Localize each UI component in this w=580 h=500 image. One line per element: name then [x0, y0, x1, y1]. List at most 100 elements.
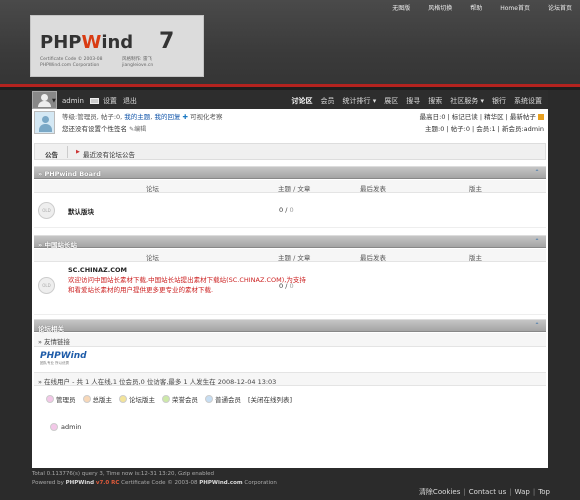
- rss-icon[interactable]: [538, 114, 544, 120]
- site-logo[interactable]: PHPWind 7 Certificate Code © 2003-08 PHP…: [30, 15, 204, 77]
- section-header-chinaz: » 中国站长站 ⌃: [34, 235, 546, 249]
- announcement-text[interactable]: 最近没有论坛公告: [83, 149, 135, 159]
- plus-icon: ✚: [182, 113, 188, 121]
- col-forum: 论坛: [146, 254, 159, 262]
- site-header: 无图版 风格切换 帮助 Home首页 论坛首页 PHPWind 7 Certif…: [0, 0, 580, 90]
- toplink-forum-home[interactable]: 论坛首页: [548, 3, 572, 12]
- forum-old-icon: OLD: [38, 277, 55, 294]
- col-moderator: 版主: [469, 185, 482, 193]
- forum-description: 欢迎访问中国站长素材下载,中国站长站提出素材下载站(SC.CHINAZ.COM)…: [68, 276, 306, 294]
- section-header-related: 论坛相关 ⌃: [34, 319, 546, 333]
- footer-top[interactable]: Top: [538, 488, 550, 496]
- top-links: 无图版 风格切换 帮助 Home首页 论坛首页: [330, 3, 580, 12]
- legend-honor-member: 荣誉会员: [162, 394, 198, 404]
- nav-item-search[interactable]: 搜索: [428, 96, 442, 106]
- forum-counts: 0 / 0: [279, 206, 294, 214]
- online-user-item[interactable]: admin: [50, 423, 81, 431]
- legend-moderator: 论坛版主: [119, 394, 155, 404]
- footer-wap[interactable]: Wap: [515, 488, 530, 496]
- avatar[interactable]: [34, 111, 55, 134]
- user-info-bar: 等级:管理员, 帖子:0, 我的主题, 我的回复 ✚ 可视化考察 您还没有设置个…: [32, 109, 548, 141]
- forum-old-icon: OLD: [38, 202, 55, 219]
- user-group-legend: 管理员 总版主 论坛版主 荣誉会员 普通会员 [关闭在线列表]: [46, 394, 292, 404]
- column-headers: 论坛 主题 / 文章 最后发表 版主: [34, 180, 546, 193]
- nav-item-services[interactable]: 社区服务 ▾: [450, 96, 484, 106]
- footer-powered-by: Powered by PHPWind v7.0 RC Certificate C…: [32, 480, 277, 486]
- footer-debug-info: Total 0.113776(s) query 3, Time now is:1…: [32, 471, 215, 477]
- nav-item-forum[interactable]: 讨论区: [292, 96, 313, 106]
- col-topics-posts: 主题 / 文章: [278, 185, 311, 193]
- nav-menu: 讨论区 会员 统计排行 ▾ 展区 搜寻 搜索 社区服务 ▾ 银行 系统设置: [292, 96, 543, 106]
- admin-icon: [50, 423, 58, 431]
- section-title: 论坛相关: [38, 325, 64, 333]
- member-icon: [205, 395, 213, 403]
- forum-title[interactable]: 默认版块: [68, 206, 94, 216]
- nav-item-bank[interactable]: 银行: [492, 96, 506, 106]
- announcement-label: 公告: [45, 151, 58, 159]
- my-replies-link[interactable]: 我的回复: [154, 113, 180, 121]
- online-user-name: admin: [61, 423, 82, 431]
- user-icon: [41, 94, 48, 101]
- section-header-phpwind-board: » PHPwind Board ⌃: [34, 166, 546, 179]
- visual-editor-link[interactable]: 可视化考察: [190, 113, 223, 121]
- mail-icon[interactable]: [89, 98, 99, 104]
- close-online-list-link[interactable]: [关闭在线列表]: [248, 394, 292, 404]
- col-moderator: 版主: [469, 254, 482, 262]
- logo-certificate: Certificate Code © 2003-08 PHPWind.com C…: [40, 57, 103, 68]
- super-moderator-icon: [82, 395, 91, 403]
- friend-links-header: » 友情链接: [34, 333, 546, 347]
- phpwind-link-logo[interactable]: PHPWind 团队专业 所以优秀: [40, 351, 100, 366]
- nav-item-browse[interactable]: 搜寻: [406, 96, 420, 106]
- section-title[interactable]: » PHPwind Board: [38, 170, 101, 178]
- footer-contact[interactable]: Contact us: [469, 488, 507, 496]
- moderator-icon: [119, 395, 127, 403]
- toplink-text-mode[interactable]: 无图版: [392, 3, 410, 12]
- col-last-post: 最后发表: [360, 254, 386, 262]
- toplink-help[interactable]: 帮助: [470, 3, 482, 12]
- logo-wordmark: PHPWind: [40, 32, 134, 53]
- chevron-down-icon: ▼: [52, 98, 56, 104]
- online-users-header: » 在线用户 - 共 1 人在线,1 位会员,0 位访客,最多 1 人发生在 2…: [34, 372, 546, 386]
- signature-line: 您还没有设置个性签名 ✎编辑: [62, 125, 147, 133]
- footer-links: 清除Cookies | Contact us | Wap | Top: [418, 488, 550, 496]
- collapse-icon[interactable]: ⌃: [533, 169, 541, 177]
- nav-item-members[interactable]: 会员: [321, 96, 335, 106]
- collapse-icon[interactable]: ⌃: [533, 322, 541, 330]
- admin-icon: [46, 395, 54, 403]
- announcement-bar: 公告 ▶ 最近没有论坛公告: [34, 143, 546, 160]
- arrow-right-icon: ▶: [76, 149, 80, 155]
- forum-quick-stats: 最高日:0 | 标记已读 | 精华区 | 最新帖子: [420, 111, 544, 121]
- main-nav: ▼ admin 设置 退出 讨论区 会员 统计排行 ▾ 展区 搜寻 搜索 社区服…: [32, 90, 548, 109]
- forum-row: OLD 默认版块 0 / 0: [34, 194, 546, 228]
- nav-settings[interactable]: 设置: [103, 96, 117, 106]
- my-topics-link[interactable]: 我的主题: [124, 113, 150, 121]
- user-menu-button[interactable]: ▼: [32, 91, 57, 109]
- nav-item-system-settings[interactable]: 系统设置: [514, 96, 542, 106]
- logo-designer: 风格制作: 雷飞 jiangleiove.cn: [122, 57, 154, 68]
- col-topics-posts: 主题 / 文章: [278, 254, 311, 262]
- nav-item-showcase[interactable]: 展区: [384, 96, 398, 106]
- forum-title[interactable]: SC.CHINAZ.COM: [68, 266, 127, 274]
- footer-clear-cookies[interactable]: 清除Cookies: [419, 488, 460, 496]
- legend-member: 普通会员: [205, 394, 241, 404]
- forum-totals: 主题:0 | 帖子:0 | 会员:1 | 新会员:admin: [425, 125, 544, 133]
- user-status-line: 等级:管理员, 帖子:0, 我的主题, 我的回复 ✚ 可视化考察: [62, 113, 223, 121]
- forum-counts: 0 / 0: [279, 282, 294, 290]
- section-title[interactable]: » 中国站长站: [38, 239, 77, 249]
- col-forum: 论坛: [146, 185, 159, 193]
- main-content: 等级:管理员, 帖子:0, 我的主题, 我的回复 ✚ 可视化考察 您还没有设置个…: [32, 109, 548, 468]
- honor-member-icon: [162, 395, 170, 403]
- forum-row: OLD SC.CHINAZ.COM 欢迎访问中国站长素材下载,中国站长站提出素材…: [34, 263, 546, 315]
- toplink-home[interactable]: Home首页: [500, 3, 530, 12]
- legend-super-moderator: 总版主: [82, 394, 112, 404]
- toplink-style-switch[interactable]: 风格切换: [428, 3, 452, 12]
- nav-logout[interactable]: 退出: [123, 96, 137, 106]
- edit-signature-link[interactable]: 编辑: [134, 126, 146, 133]
- legend-admin: 管理员: [46, 394, 76, 404]
- column-headers: 论坛 主题 / 文章 最后发表 版主: [34, 249, 546, 262]
- collapse-icon[interactable]: ⌃: [533, 238, 541, 246]
- col-last-post: 最后发表: [360, 185, 386, 193]
- nav-username[interactable]: admin: [62, 97, 84, 105]
- nav-item-rankings[interactable]: 统计排行 ▾: [343, 96, 377, 106]
- logo-version: 7: [159, 29, 175, 54]
